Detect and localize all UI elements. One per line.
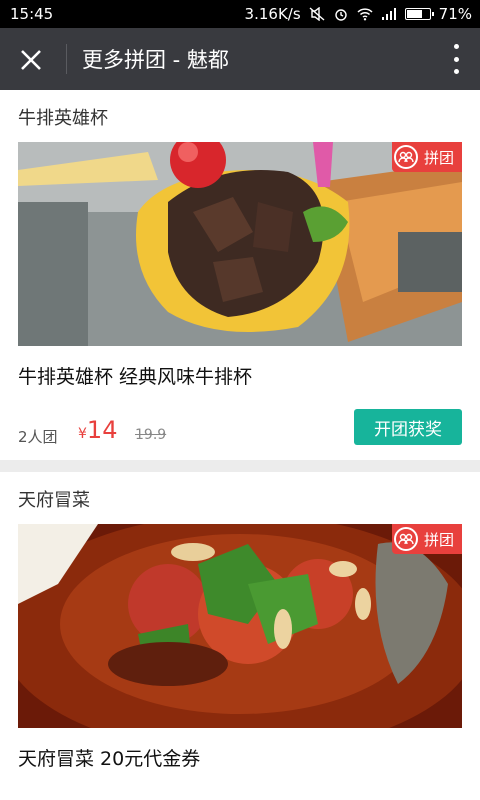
start-group-button[interactable]: 开团获奖 [354, 409, 462, 445]
price-value: 14 [86, 416, 118, 444]
deal-card[interactable]: 牛排英雄杯 拼团 牛排英雄杯 经典风味牛排杯 2人团 ¥14 19.9 开团获奖 [0, 90, 480, 460]
status-icons: 3.16K/s 71% [245, 5, 472, 23]
app-bar: 更多拼团 - 魅都 [0, 28, 480, 90]
steak-cup-image [18, 142, 462, 346]
mute-icon [309, 7, 325, 21]
deal-category: 天府冒菜 [18, 490, 90, 511]
badge-label: 拼团 [423, 530, 454, 549]
deal-category: 牛排英雄杯 [18, 108, 108, 129]
deal-list: 牛排英雄杯 拼团 牛排英雄杯 经典风味牛排杯 2人团 ¥14 19.9 开团获奖… [0, 90, 480, 800]
current-price: ¥14 [78, 416, 117, 444]
deal-photo-steak-cup[interactable]: 拼团 [18, 142, 462, 346]
original-price: 19.9 [135, 427, 167, 443]
wifi-icon [357, 8, 373, 21]
group-buy-badge: 拼团 [391, 524, 462, 554]
page-title: 更多拼团 - 魅都 [82, 48, 229, 72]
badge-label: 拼团 [423, 148, 454, 167]
close-icon[interactable] [14, 43, 48, 77]
group-icon [393, 145, 418, 169]
currency-symbol: ¥ [78, 426, 87, 442]
group-size: 2人团 [18, 428, 58, 446]
status-time: 15:45 [10, 5, 54, 23]
battery-percent: 71% [438, 5, 472, 23]
deal-name: 天府冒菜 20元代金券 [18, 748, 201, 770]
signal-icon [381, 8, 396, 20]
deal-photo-maocai[interactable]: 拼团 [18, 524, 462, 728]
status-bar: 15:45 3.16K/s 71% [0, 0, 480, 28]
group-buy-badge: 拼团 [391, 142, 462, 172]
maocai-image [18, 524, 462, 728]
more-vertical-icon[interactable] [448, 44, 464, 74]
app-bar-divider [66, 44, 67, 74]
section-divider [0, 460, 480, 472]
battery-icon [404, 8, 434, 20]
network-speed: 3.16K/s [244, 5, 301, 23]
deal-card[interactable]: 天府冒菜 拼团 天府冒菜 20元代金券 [0, 472, 480, 800]
alarm-icon [334, 9, 347, 21]
deal-name: 牛排英雄杯 经典风味牛排杯 [18, 366, 253, 388]
group-icon [393, 527, 418, 551]
